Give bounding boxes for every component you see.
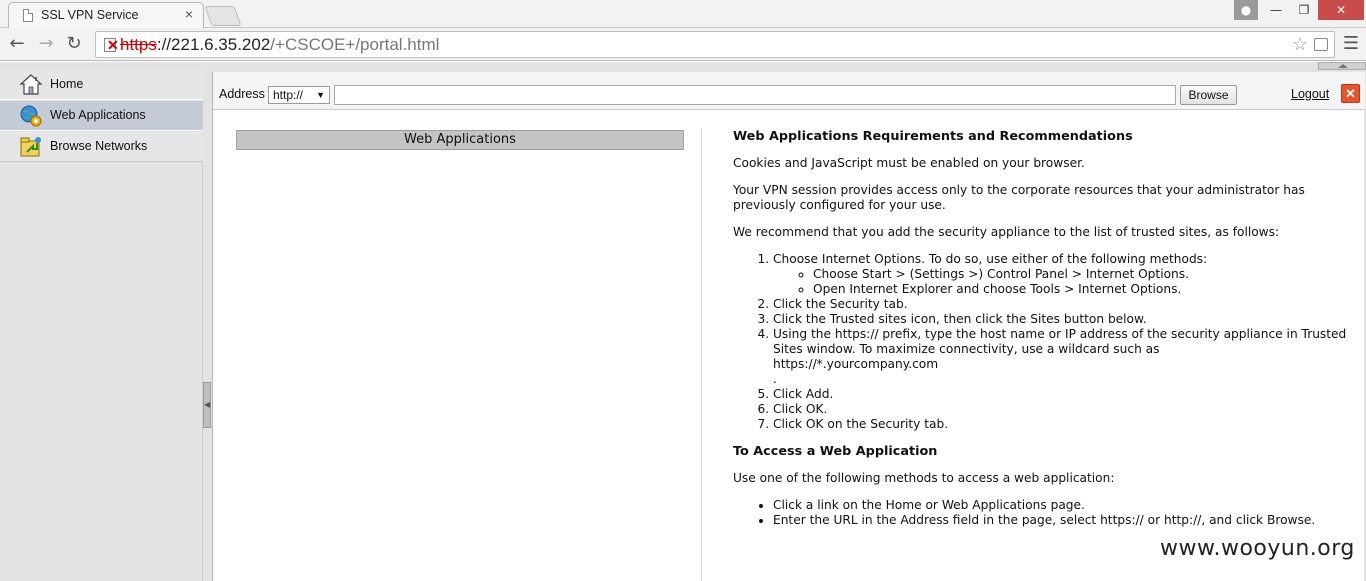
list-item: Click Add. [773,387,1353,402]
globe-gear-icon [20,105,42,127]
house-icon [19,74,43,95]
list-item: Click OK. [773,402,1353,417]
left-navigation: Home Web Applications Browse Networks [0,70,203,581]
access-methods-list: Click a link on the Home or Web Applicat… [773,498,1353,528]
logout-close-icon[interactable]: ✕ [1341,84,1360,103]
url-bar[interactable]: ✕ https://221.6.35.202/+CSCOE+/portal.ht… [95,31,1335,58]
list-item: Click the Trusted sites icon, then click… [773,312,1353,327]
collapse-header-handle[interactable] [1318,62,1366,70]
watermark: www.wooyun.org [1160,536,1355,561]
panel-divider [701,129,702,581]
maximize-button[interactable]: ❐ [1290,0,1318,20]
help-paragraph: We recommend that you add the security a… [733,225,1280,239]
address-input[interactable] [334,85,1176,105]
new-tab-button[interactable] [204,6,242,26]
nav-label-home: Home [50,77,84,91]
web-applications-header: Web Applications [236,130,684,150]
tab-title: SSL VPN Service [41,8,139,22]
minimize-button[interactable]: — [1262,0,1290,20]
back-arrow-icon[interactable]: ← [5,32,29,56]
help-paragraph: Use one of the following methods to acce… [733,471,1115,485]
extension-icon[interactable] [1314,38,1328,51]
logout-link[interactable]: Logout [1291,87,1329,101]
nav-item-browse-networks[interactable]: Browse Networks [0,132,203,162]
help-paragraph: Your VPN session provides access only to… [733,183,1305,212]
insecure-x-icon: ✕ [107,37,119,53]
dropdown-arrow-icon: ▼ [316,90,325,100]
list-item: Open Internet Explorer and choose Tools … [813,282,1353,297]
nav-label-browse-networks: Browse Networks [50,139,148,153]
browser-tab[interactable]: SSL VPN Service × [8,2,204,28]
nav-item-home[interactable]: Home [0,70,203,100]
trusted-sites-steps: Choose Internet Options. To do so, use e… [773,252,1353,432]
user-icon[interactable]: ● [1234,0,1258,20]
main-panel: Address http:// ▼ Browse Logout ✕ Web Ap… [212,72,1365,581]
wildcard-example: https://*.yourcompany.com [773,357,939,371]
address-toolbar: Address http:// ▼ Browse Logout ✕ [213,72,1365,110]
browser-titlebar: SSL VPN Service × ● — ❐ ✕ [0,0,1366,28]
step-sublist: Choose Start > (Settings >) Control Pane… [813,267,1353,297]
list-item: Using the https:// prefix, type the host… [773,327,1353,387]
reload-icon[interactable]: ↻ [62,32,86,56]
address-label: Address [219,87,265,101]
tab-close-icon[interactable]: × [185,6,193,22]
url-text: https://221.6.35.202/+CSCOE+/portal.html [120,35,440,54]
list-item: Click OK on the Security tab. [773,417,1353,432]
help-heading-requirements: Web Applications Requirements and Recomm… [733,129,1133,144]
list-item: Enter the URL in the Address field in th… [773,513,1353,528]
list-item: Choose Internet Options. To do so, use e… [773,252,1353,297]
window-close-button[interactable]: ✕ [1318,0,1364,20]
browse-button[interactable]: Browse [1180,85,1237,105]
protocol-select[interactable]: http:// ▼ [268,86,330,104]
list-item: Click a link on the Home or Web Applicat… [773,498,1353,513]
help-pane: Web Applications Requirements and Recomm… [733,129,1353,540]
forward-arrow-icon[interactable]: → [34,32,58,56]
help-paragraph: Cookies and JavaScript must be enabled o… [733,156,1085,170]
menu-icon[interactable]: ☰ [1341,32,1361,56]
folder-network-icon [20,137,41,157]
browser-toolbar: ← → ↻ ✕ https://221.6.35.202/+CSCOE+/por… [0,28,1366,61]
bookmark-star-icon[interactable]: ☆ [1292,32,1308,57]
list-item: Click the Security tab. [773,297,1353,312]
page-icon [23,9,33,22]
help-heading-access: To Access a Web Application [733,444,938,459]
list-item: Choose Start > (Settings >) Control Pane… [813,267,1353,282]
page-content: Home Web Applications Browse Networks ◀ [0,62,1366,581]
nav-label-web-applications: Web Applications [50,108,146,122]
sidebar-collapse-handle[interactable]: ◀ [203,382,211,428]
nav-item-web-applications[interactable]: Web Applications [0,101,203,131]
